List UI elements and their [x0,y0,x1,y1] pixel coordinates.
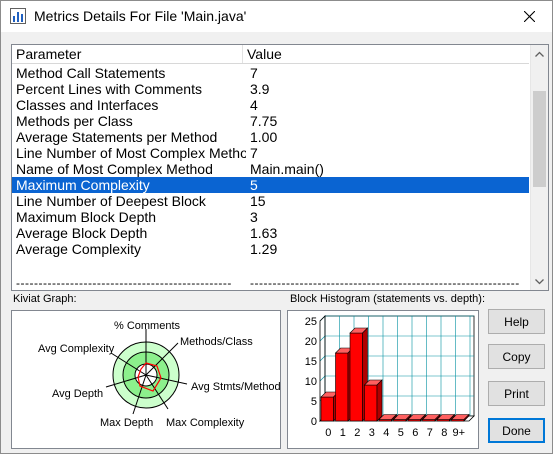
parameter-cell: Classes and Interfaces [16,97,159,113]
value-cell: 3.9 [250,81,270,97]
histogram-gridline [319,355,326,362]
table-row[interactable]: Line Number of Most Complex Method 7 [12,145,529,161]
table-row[interactable]: Line Number of Deepest Block 15 [12,193,529,209]
histogram-y-tick-label: 10 [305,376,317,388]
kiviat-axis-methods-per-class: Methods/Class [180,336,253,348]
value-cell: 1.00 [250,129,278,145]
table-rows: Method Call Statements 7 Percent Lines wit… [12,65,529,257]
metrics-app-icon [10,8,26,24]
table-separator-row: ----------------------------------------… [12,276,529,290]
histogram-y-tick-label: 20 [305,336,317,348]
value-cell: 3 [250,209,258,225]
window-title: Metrics Details For File 'Main.java' [34,8,247,24]
scroll-up-button[interactable] [531,45,548,62]
value-cell: 7.75 [250,113,278,129]
value-cell: 1.63 [250,225,278,241]
histogram-x-tick-label: 9+ [452,427,465,439]
value-cell: 7 [250,145,258,161]
table-header: Parameter Value [12,45,529,64]
help-button[interactable]: Help [488,309,545,334]
histogram-x-tick-label: 2 [354,427,360,439]
block-histogram: 25 20 15 10 5 0 0 1 2 3 4 5 6 7 8 9+ [287,310,479,449]
parameter-cell: Average Complexity [16,241,142,257]
parameter-cell: Line Number of Most Complex Method [16,145,246,161]
print-button[interactable]: Print [488,381,545,406]
histogram-gridline [319,375,326,382]
value-cell: 15 [250,193,266,209]
kiviat-axis-max-complexity: Max Complexity [166,417,245,429]
table-row[interactable]: Name of Most Complex Method Main.main() [12,161,529,177]
kiviat-axis-avg-stmts-method: Avg Stmts/Method [191,381,281,393]
histogram-x-tick-label: 8 [441,427,447,439]
value-cell: 1.29 [250,241,278,257]
kiviat-axis-max-depth: Max Depth [100,417,154,429]
chevron-down-icon [535,278,544,284]
histogram-chart: 25201510500 1 2 3 4 5 6 7 8 9+ [305,315,475,439]
histogram-bar-side [376,379,383,422]
close-icon [524,11,535,22]
kiviat-axis-avg-complexity: Avg Complexity [38,343,115,355]
table-row[interactable]: Maximum Block Depth 3 [12,209,529,225]
histogram-y-tick-label: 25 [305,316,317,328]
block-histogram-label: Block Histogram (statements vs. depth): [290,293,486,305]
table-row[interactable]: Maximum Complexity 5 [12,177,529,193]
histogram-bar [335,352,349,422]
scroll-down-button[interactable] [531,273,548,290]
value-cell: 4 [250,97,258,113]
histogram-x-tick-label: 0 [325,427,331,439]
value-cell: 5 [250,177,258,193]
title-bar: Metrics Details For File 'Main.java' [1,1,552,32]
kiviat-axis-avg-depth: Avg Depth [52,388,104,400]
histogram-y-tick-label: 0 [311,416,317,428]
kiviat-axis-percent-comments: % Comments [114,320,181,332]
column-header-value[interactable]: Value [243,45,529,63]
vertical-scrollbar[interactable] [530,45,548,290]
table-row[interactable]: Average Complexity 1.29 [12,241,529,257]
table-row[interactable]: Average Statements per Method 1.00 [12,129,529,145]
histogram-x-tick-label: 5 [398,427,404,439]
copy-button[interactable]: Copy [488,344,545,369]
parameter-cell: Average Block Depth [16,225,148,241]
histogram-x-tick-label: 3 [369,427,375,439]
scroll-thumb[interactable] [533,91,546,187]
done-button[interactable]: Done [488,418,545,443]
table-row[interactable]: Percent Lines with Comments 3.9 [12,81,529,97]
table-row[interactable]: Method Call Statements 7 [12,65,529,81]
histogram-bar [349,332,363,422]
histogram-x-tick-label: 6 [412,427,418,439]
histogram-x-tick-label: 4 [383,427,389,439]
histogram-y-tick-label: 15 [305,356,317,368]
parameter-cell: Methods per Class [16,113,133,129]
histogram-x-tick-label: 1 [340,427,346,439]
histogram-bar [364,384,378,422]
value-cell: 7 [250,65,258,81]
parameter-cell: Average Statements per Method [16,129,218,145]
separator-right: ----------------------------------------… [250,276,520,290]
histogram-x-tick-label: 7 [427,427,433,439]
table-row[interactable]: Classes and Interfaces 4 [12,97,529,113]
parameter-cell: Name of Most Complex Method [16,161,213,177]
parameter-cell: Method Call Statements [16,65,166,81]
chevron-up-icon [535,51,544,57]
kiviat-graph: % Comments Methods/Class Avg Stmts/Metho… [11,310,281,449]
histogram-bar [320,396,334,422]
close-button[interactable] [507,1,552,32]
histogram-y-tick-label: 5 [311,396,317,408]
table-row[interactable]: Average Block Depth 1.63 [12,225,529,241]
metrics-table[interactable]: Parameter Value Method Call Statements 7 P… [11,44,549,291]
histogram-gridline [319,335,326,342]
value-cell: Main.main() [250,161,324,177]
parameter-cell: Percent Lines with Comments [16,81,202,97]
table-row[interactable]: Methods per Class 7.75 [12,113,529,129]
kiviat-graph-label: Kiviat Graph: [13,293,77,305]
parameter-cell: Line Number of Deepest Block [16,193,206,209]
metrics-dialog: Metrics Details For File 'Main.java' Par… [0,0,553,454]
parameter-cell: Maximum Complexity [16,177,150,193]
parameter-cell: Maximum Block Depth [16,209,157,225]
column-header-parameter[interactable]: Parameter [12,45,243,63]
separator-left: ----------------------------------------… [16,276,232,290]
